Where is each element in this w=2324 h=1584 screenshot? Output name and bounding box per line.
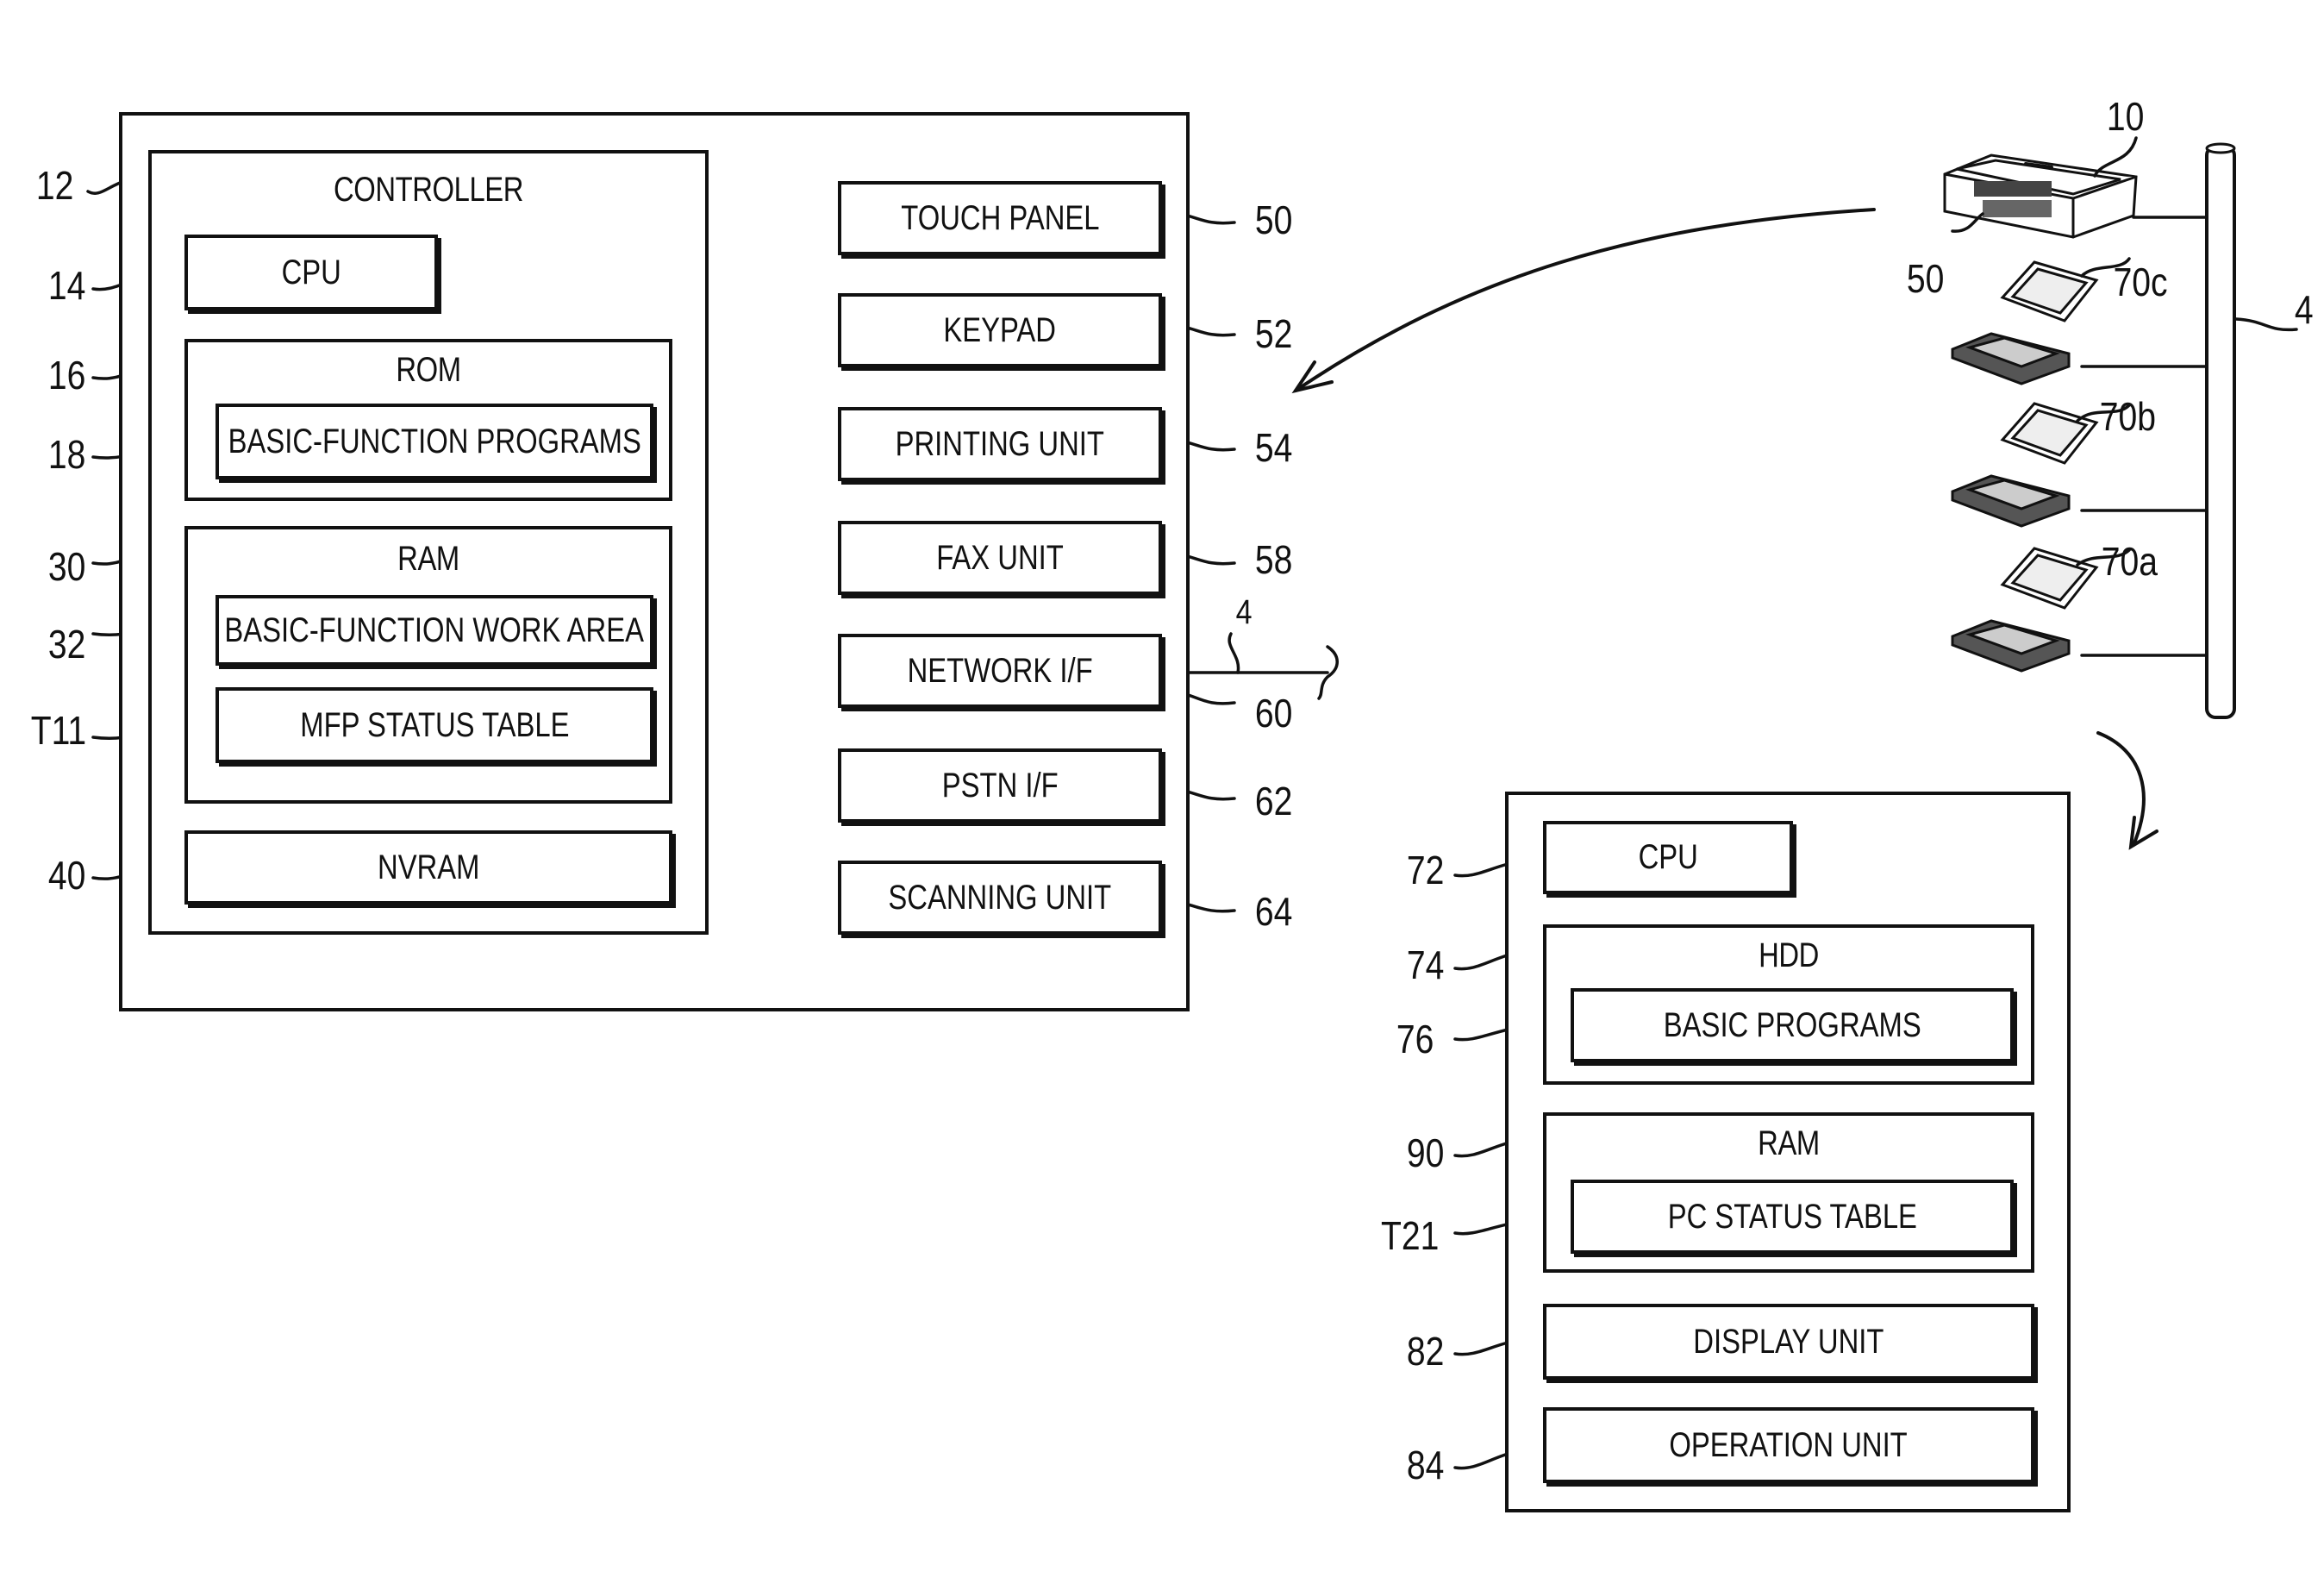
ref-84: 84 <box>1406 1443 1445 1487</box>
zoom-arrow-pc <box>2096 731 2146 847</box>
fax-unit-label: FAX UNIT <box>936 538 1064 577</box>
network-bus-cylinder <box>2205 145 2236 719</box>
ref-90: 90 <box>1406 1130 1445 1175</box>
keypad-label: KEYPAD <box>943 310 1057 349</box>
pc-status-table-box: PC STATUS TABLE <box>1571 1180 2014 1254</box>
network-if-label: NETWORK I/F <box>907 651 1093 690</box>
ref-14: 14 <box>47 263 86 308</box>
ref-72: 72 <box>1406 848 1445 892</box>
keypad-box: KEYPAD <box>838 293 1162 367</box>
cpu-label: CPU <box>281 253 341 291</box>
ref-74: 74 <box>1406 942 1445 987</box>
ref-76: 76 <box>1396 1017 1434 1061</box>
ref-32: 32 <box>47 622 86 667</box>
ref-T11: T11 <box>30 708 87 753</box>
pc-70c-icon <box>1951 260 2099 385</box>
ref-52: 52 <box>1254 311 1293 356</box>
pc-70a-icon <box>1951 547 2099 673</box>
zoom-arrow-mfp <box>1294 208 1876 392</box>
pc-ram-label: RAM <box>1758 1124 1820 1162</box>
printing-unit-box: PRINTING UNIT <box>838 407 1162 481</box>
scanning-unit-box: SCANNING UNIT <box>838 861 1162 935</box>
ref-70b: 70b <box>2099 394 2156 439</box>
ref-50-network: 50 <box>1906 256 1945 301</box>
basic-programs-label: BASIC PROGRAMS <box>1663 1005 1921 1044</box>
pc-cpu-label: CPU <box>1638 838 1698 876</box>
ref-82: 82 <box>1406 1329 1445 1374</box>
ref-30: 30 <box>47 544 86 589</box>
controller-title: CONTROLLER <box>333 171 524 209</box>
ref-10: 10 <box>2106 94 2145 139</box>
ref-4-network: 4 <box>1235 593 1253 631</box>
basic-programs-box: BASIC PROGRAMS <box>1571 988 2014 1062</box>
ref-62: 62 <box>1254 779 1293 823</box>
ref-16: 16 <box>47 353 86 398</box>
touch-panel-label: TOUCH PANEL <box>900 198 1100 237</box>
ref-60: 60 <box>1254 691 1293 736</box>
ref-70c: 70c <box>2113 260 2168 304</box>
ref-12: 12 <box>35 163 74 208</box>
operation-unit-box: OPERATION UNIT <box>1543 1407 2034 1483</box>
pc-cpu-box: CPU <box>1543 821 1793 894</box>
scanning-unit-label: SCANNING UNIT <box>888 878 1112 917</box>
ref-70a: 70a <box>2101 539 2158 584</box>
mfp-status-table-box: MFP STATUS TABLE <box>216 687 653 763</box>
printing-unit-label: PRINTING UNIT <box>895 424 1105 463</box>
basic-function-programs-box: BASIC-FUNCTION PROGRAMS <box>216 404 653 479</box>
nvram-label: NVRAM <box>377 848 480 886</box>
ref-50: 50 <box>1254 197 1293 242</box>
rom-label: ROM <box>396 351 461 389</box>
cylinder-top <box>2205 142 2236 154</box>
hdd-label: HDD <box>1759 936 1819 974</box>
mfp-status-table-label: MFP STATUS TABLE <box>299 705 570 744</box>
operation-unit-label: OPERATION UNIT <box>1669 1425 1909 1464</box>
leader-10 <box>2093 136 2138 178</box>
nvram-box: NVRAM <box>184 830 672 905</box>
network-if-box: NETWORK I/F <box>838 634 1162 708</box>
ref-18: 18 <box>47 432 86 477</box>
leader-4-bus <box>2234 317 2298 332</box>
ram-label: RAM <box>397 540 459 578</box>
ref-T21: T21 <box>1380 1213 1440 1258</box>
pc-status-table-label: PC STATUS TABLE <box>1667 1197 1917 1236</box>
display-unit-label: DISPLAY UNIT <box>1693 1322 1884 1361</box>
cpu-box: CPU <box>184 235 438 310</box>
ref-54: 54 <box>1254 425 1293 470</box>
ref-4-bus: 4 <box>2294 287 2314 332</box>
basic-function-programs-label: BASIC-FUNCTION PROGRAMS <box>228 422 641 460</box>
pc-70b-icon <box>1951 402 2099 528</box>
fax-unit-box: FAX UNIT <box>838 521 1162 595</box>
leader-4-mfp <box>1228 632 1240 674</box>
basic-function-work-area-label: BASIC-FUNCTION WORK AREA <box>224 610 645 649</box>
pstn-if-label: PSTN I/F <box>941 766 1059 805</box>
display-unit-box: DISPLAY UNIT <box>1543 1304 2034 1380</box>
ref-64: 64 <box>1254 889 1293 934</box>
ref-40: 40 <box>47 853 86 898</box>
patent-figure: 12 CONTROLLER CPU 14 ROM 16 BASIC-FUNCTI… <box>0 0 2324 1584</box>
basic-function-work-area-box: BASIC-FUNCTION WORK AREA <box>216 595 653 666</box>
touch-panel-box: TOUCH PANEL <box>838 181 1162 255</box>
pstn-if-box: PSTN I/F <box>838 748 1162 823</box>
ref-58: 58 <box>1254 537 1293 582</box>
